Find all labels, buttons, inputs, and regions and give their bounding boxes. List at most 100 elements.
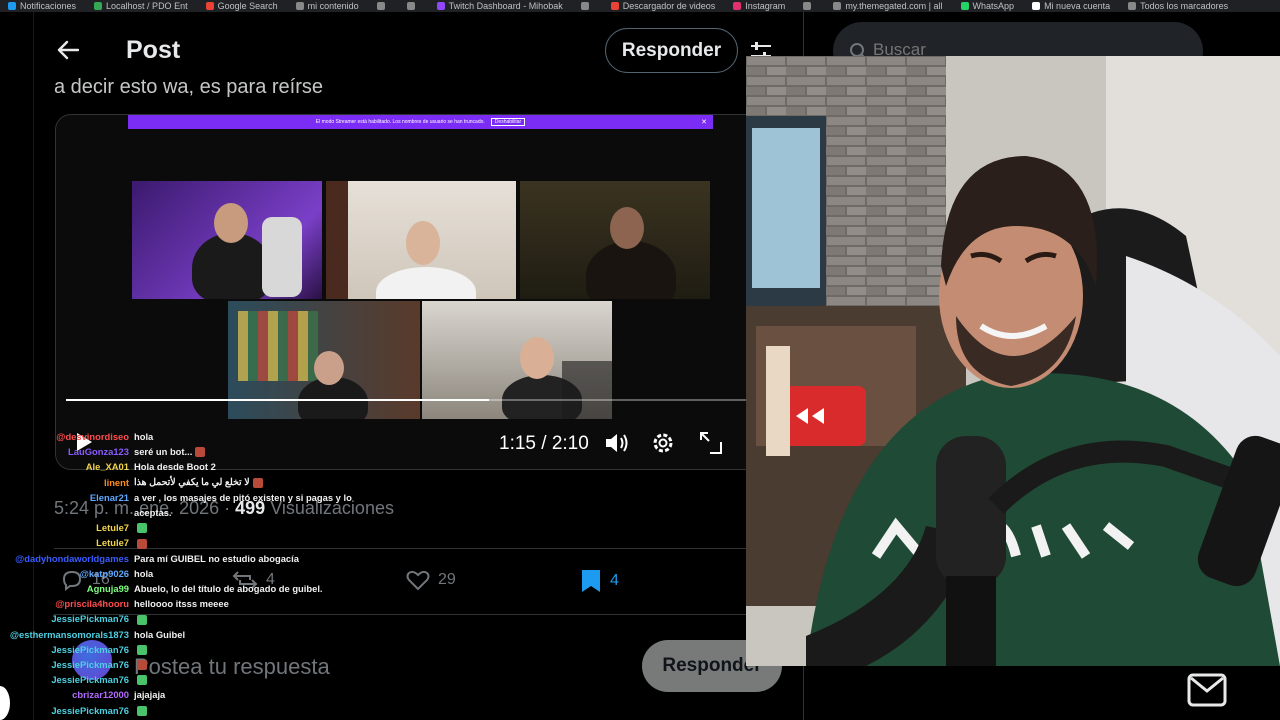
bookmark-favicon-icon: [94, 2, 103, 10]
chat-text: [134, 613, 147, 625]
bookmark-action[interactable]: 4: [580, 568, 619, 594]
bookmark-item[interactable]: Instagram: [733, 1, 785, 11]
bookmark-label: Descargador de videos: [622, 1, 716, 11]
close-icon[interactable]: ✕: [701, 118, 707, 126]
chat-text: hola Guibel: [134, 628, 186, 640]
back-button[interactable]: [54, 36, 82, 64]
chat-username: Letule7: [96, 537, 129, 549]
video-progress-bar[interactable]: [66, 399, 795, 401]
chat-username: Ale_XA01: [85, 461, 129, 473]
bookmark-item[interactable]: Mi nueva cuenta: [1032, 1, 1110, 11]
chat-text: helloooo itsss meeee: [134, 598, 229, 610]
like-action[interactable]: 29: [406, 568, 456, 592]
video-player[interactable]: El modo Streamer está habilitado. Los no…: [55, 114, 803, 470]
chat-username: Letule7: [96, 522, 129, 534]
chat-message: @esthermansomorals1873 hola Guibel: [0, 627, 340, 642]
chat-text: Abuelo, lo del título de abogado de guib…: [134, 583, 323, 594]
reply-header-button[interactable]: Responder: [605, 28, 738, 73]
chat-text: hola: [134, 567, 154, 579]
camera-tile-4: [228, 301, 420, 419]
emote-icon: [252, 477, 263, 488]
bookmark-favicon-icon: [406, 2, 415, 10]
bookmark-item[interactable]: Localhost / PDO Ent: [94, 1, 188, 11]
chat-message: LauGonza123 seré un bot...: [0, 444, 340, 459]
bookmark-favicon-icon: [436, 2, 445, 10]
bookmark-item[interactable]: mi contenido: [295, 1, 359, 11]
chat-username: @desvinordiseo: [56, 431, 129, 442]
arrow-left-icon: [57, 40, 79, 60]
messages-button[interactable]: [1183, 670, 1231, 710]
settings-button[interactable]: [650, 430, 676, 456]
bookmark-item[interactable]: WhatsApp: [960, 1, 1015, 11]
chat-username: @esthermansomorals1873: [9, 628, 129, 640]
chat-message: JessiePickman76: [0, 672, 340, 687]
bookmark-favicon-icon: [8, 2, 16, 10]
bookmark-label: Mi nueva cuenta: [1044, 1, 1111, 11]
bookmark-item[interactable]: Google Search: [205, 1, 278, 11]
chat-text: jajajaja: [134, 689, 166, 701]
chat-text: [134, 704, 147, 716]
chat-text: [134, 674, 147, 686]
chat-message: JessiePickman76: [0, 642, 340, 657]
bookmark-favicon-icon: [1128, 2, 1137, 10]
bookmark-item[interactable]: [406, 2, 419, 10]
bookmark-label: WhatsApp: [972, 1, 1015, 11]
video-time: 1:15 / 2:10: [499, 433, 589, 454]
chat-text: hola: [134, 431, 154, 442]
bookmark-item[interactable]: Descargador de videos: [610, 1, 716, 11]
bookmark-icon: [582, 570, 600, 592]
bookmark-item[interactable]: [580, 2, 593, 10]
chat-text: [134, 537, 147, 549]
bookmark-item[interactable]: Twitch Dashboard - Mihobak: [436, 1, 563, 11]
bookmark-favicon-icon: [733, 2, 742, 10]
chat-message: Elenar21 a ver , los masajes de pitó exis…: [0, 490, 352, 505]
bookmark-favicon-icon: [833, 2, 842, 10]
bookmark-favicon-icon: [205, 2, 214, 10]
chat-username: Elenar21: [89, 491, 129, 503]
chat-message: @katp9026 hola: [0, 566, 340, 581]
emote-icon: [137, 538, 147, 549]
bookmark-count: 4: [610, 572, 619, 589]
chat-username: @dadyhondaworldgames: [15, 552, 129, 564]
bookmark-item[interactable]: [376, 2, 389, 10]
chat-username: JessiePickman76: [51, 613, 129, 625]
bookmark-label: Todos los marcadores: [1140, 1, 1229, 11]
chat-text: [134, 659, 147, 671]
post-text: a decir esto wa, es para reírse: [54, 76, 324, 98]
emote-icon: [137, 523, 147, 534]
banner-text: El modo Streamer está habilitado. Los no…: [315, 119, 485, 125]
chat-message: @priscila4hooru helloooo itsss meeee: [0, 596, 340, 611]
streamer-mode-banner: El modo Streamer está habilitado. Los no…: [128, 115, 713, 129]
bookmark-item[interactable]: Notificaciones: [8, 1, 76, 11]
bookmark-favicon-icon: [610, 2, 619, 10]
chat-message: Ale_XA01 Hola desde Boot 2: [0, 459, 340, 474]
chat-username: JessiePickman76: [51, 643, 129, 655]
camera-tile-1: [132, 181, 322, 299]
chat-text: seré un bot...: [134, 446, 206, 458]
bookmark-item[interactable]: Todos los marcadores: [1128, 1, 1228, 11]
chat-username: LauGonza123: [68, 446, 129, 458]
bookmark-label: Google Search: [217, 1, 278, 11]
chat-text: aceptas.: [134, 507, 172, 518]
emote-icon: [195, 447, 206, 458]
bookmark-item[interactable]: [803, 2, 815, 10]
chat-message: Agnuja99 Abuelo, lo del título de abogado…: [0, 581, 340, 596]
volume-button[interactable]: [604, 431, 630, 455]
chat-message: JessiePickman76: [0, 611, 340, 626]
bookmarks-bar: Notificaciones Localhost / PDO Ent Google …: [0, 0, 1280, 12]
camera-tile-5: [422, 301, 612, 419]
emote-icon: [137, 614, 147, 625]
disable-streamer-button[interactable]: Deshabilitar: [490, 118, 526, 126]
stream-chat-overlay: @desvinordiseo hola LauGonza123 seré un bot…: [0, 428, 352, 720]
chat-message: cbrizar12000 jajajaja: [0, 687, 340, 702]
video-progress-fill: [66, 399, 489, 401]
gear-icon: [653, 433, 673, 453]
chat-message: Letule7: [0, 535, 340, 550]
bookmark-favicon-icon: [580, 2, 589, 10]
fullscreen-button[interactable]: [698, 430, 724, 456]
bookmark-item[interactable]: my.themegated.com | all: [833, 1, 943, 11]
chat-text: Para mí GUIBEL no estudio abogacía: [134, 552, 299, 564]
camera-tile-2: [326, 181, 516, 299]
bookmark-label: Twitch Dashboard - Mihobak: [448, 1, 563, 11]
emote-icon: [137, 645, 147, 656]
